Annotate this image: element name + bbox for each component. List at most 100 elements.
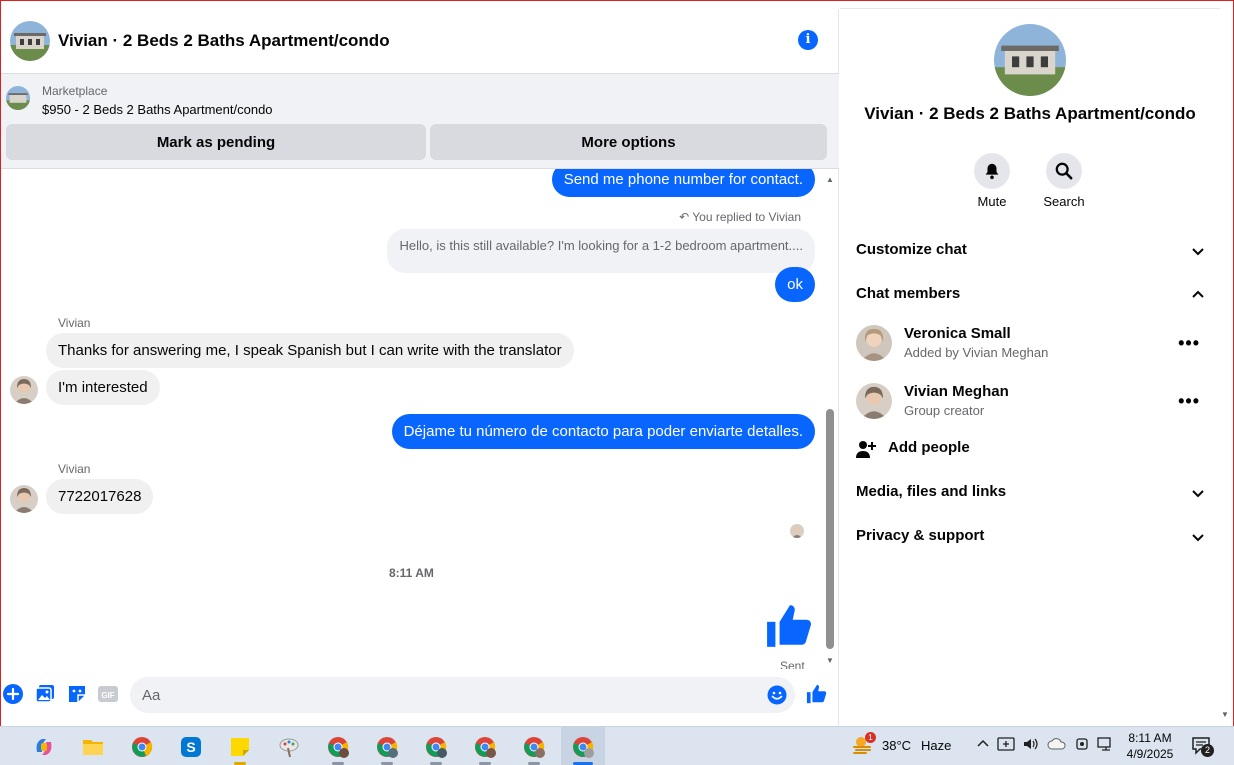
quoted-message[interactable]: Hello, is this still available? I'm look… [387,229,815,273]
thumbs-up-icon[interactable] [765,601,815,656]
privacy-support-row[interactable]: Privacy & support [856,527,1206,551]
search-icon [1055,162,1073,180]
outgoing-message[interactable]: ok [775,267,815,302]
chat-info-panel: Vivian · 2 Beds 2 Baths Apartment/condo … [840,9,1220,726]
network-icon[interactable] [1097,736,1115,752]
panel-title: Vivian · 2 Beds 2 Baths Apartment/condo [864,104,1196,123]
like-button-icon[interactable] [806,683,828,705]
message-input-wrapper [130,677,795,713]
mute-button[interactable] [974,153,1010,189]
notification-count: 2 [1201,744,1214,757]
marketplace-banner: Marketplace $950 - 2 Beds 2 Baths Apartm… [1,73,839,169]
paint-icon[interactable] [267,727,311,765]
chevron-down-icon [1192,490,1204,498]
message-composer: GIF [1,675,839,715]
reply-arrow-icon: ↶ [679,210,690,224]
chat-column: Vivian · 2 Beds 2 Baths Apartment/condo … [1,9,839,726]
sent-status: Sent [780,659,805,669]
copilot-icon[interactable] [22,727,66,765]
search-label: Search [1043,194,1085,209]
add-people-row[interactable]: Add people [856,437,1206,461]
clock-time: 8:11 AM [1128,731,1172,745]
chrome-profile-icon[interactable] [463,727,507,765]
member-row[interactable]: Vivian Meghan Group creator ••• [856,379,1206,427]
group-avatar[interactable] [10,21,50,61]
system-tray [976,736,1115,752]
sender-avatar[interactable] [10,376,38,404]
incoming-message[interactable]: Thanks for answering me, I speak Spanish… [46,333,574,368]
sender-name: Vivian [58,316,91,330]
weather-condition: Haze [921,737,952,753]
page-scroll-down-icon[interactable]: ▼ [1221,710,1229,719]
chevron-up-icon [1192,290,1204,298]
svg-text:GIF: GIF [101,691,114,700]
bell-icon [985,163,999,180]
plus-icon[interactable] [2,683,24,705]
chrome-profile-icon[interactable] [316,727,360,765]
svg-text:S: S [186,739,195,755]
more-icon[interactable]: ••• [1178,391,1200,412]
meet-now-icon[interactable] [1074,736,1090,752]
security-icon[interactable] [997,736,1015,752]
chevron-down-icon [1192,534,1204,542]
listing-thumbnail[interactable] [6,86,30,110]
more-options-button[interactable]: More options [430,124,827,160]
listing-title[interactable]: $950 - 2 Beds 2 Baths Apartment/condo [42,102,273,117]
sender-name: Vivian [58,462,91,476]
member-avatar[interactable] [856,325,892,361]
notifications-icon[interactable]: 2 [1192,736,1214,757]
chrome-profile-icon[interactable] [414,727,458,765]
file-explorer-icon[interactable] [71,727,115,765]
chrome-profile-icon[interactable] [512,727,556,765]
mark-as-pending-button[interactable]: Mark as pending [6,124,426,160]
message-input[interactable] [142,677,762,713]
chat-members-row[interactable]: Chat members [856,285,1206,309]
chrome-icon[interactable] [120,727,164,765]
scroll-down-icon[interactable]: ▼ [826,656,834,665]
member-role: Added by Vivian Meghan [904,345,1049,360]
message-timestamp: 8:11 AM [389,566,434,580]
sender-avatar[interactable] [10,485,38,513]
member-name: Veronica Small [904,325,1011,342]
mute-label: Mute [977,194,1007,209]
add-person-icon [856,441,876,458]
more-icon[interactable]: ••• [1178,333,1200,354]
weather-widget[interactable]: 1 38°C Haze [852,732,952,755]
sticky-notes-icon[interactable] [218,727,262,765]
chrome-profile-icon[interactable] [365,727,409,765]
customize-chat-row[interactable]: Customize chat [856,241,1206,265]
member-avatar[interactable] [856,383,892,419]
scroll-up-icon[interactable]: ▲ [826,175,834,184]
incoming-message[interactable]: 7722017628 [46,479,154,514]
photo-icon[interactable] [34,683,56,705]
clock-date: 4/9/2025 [1126,747,1174,761]
volume-icon[interactable] [1022,736,1040,752]
chat-header: Vivian · 2 Beds 2 Baths Apartment/condo … [1,9,839,73]
outgoing-message[interactable]: Send me phone number for contact. [551,169,815,197]
onedrive-cloud-icon[interactable] [1047,736,1067,752]
emoji-icon[interactable] [767,685,787,705]
chrome-profile-icon-active[interactable] [561,727,605,765]
message-list: Send me phone number for contact. ↶ You … [1,169,823,669]
group-photo[interactable] [994,24,1066,96]
search-button[interactable] [1046,153,1082,189]
member-role: Group creator [904,403,985,418]
media-files-links-row[interactable]: Media, files and links [856,483,1206,507]
haze-weather-icon: 1 [852,732,876,755]
chat-title: Vivian · 2 Beds 2 Baths Apartment/condo [58,31,390,50]
scrollbar-thumb[interactable] [826,409,834,649]
gif-icon[interactable]: GIF [97,683,119,705]
member-name: Vivian Meghan [904,383,1009,400]
incoming-message[interactable]: I'm interested [46,370,160,405]
marketplace-label: Marketplace [42,84,108,98]
system-clock[interactable]: 8:11 AM 4/9/2025 [1118,730,1182,762]
sticker-icon[interactable] [66,683,88,705]
message-scrollbar[interactable]: ▲ ▼ [823,171,837,665]
chevron-up-icon[interactable] [976,737,990,751]
info-icon[interactable]: i [798,30,818,50]
weather-badge: 1 [865,732,876,743]
skype-icon[interactable]: S [169,727,213,765]
taskbar: S 1 38°C Haze 8:11 AM 4/9/2025 2 [0,726,1234,765]
member-row[interactable]: Veronica Small Added by Vivian Meghan ••… [856,321,1206,369]
outgoing-message[interactable]: Déjame tu número de contacto para poder … [391,414,815,449]
